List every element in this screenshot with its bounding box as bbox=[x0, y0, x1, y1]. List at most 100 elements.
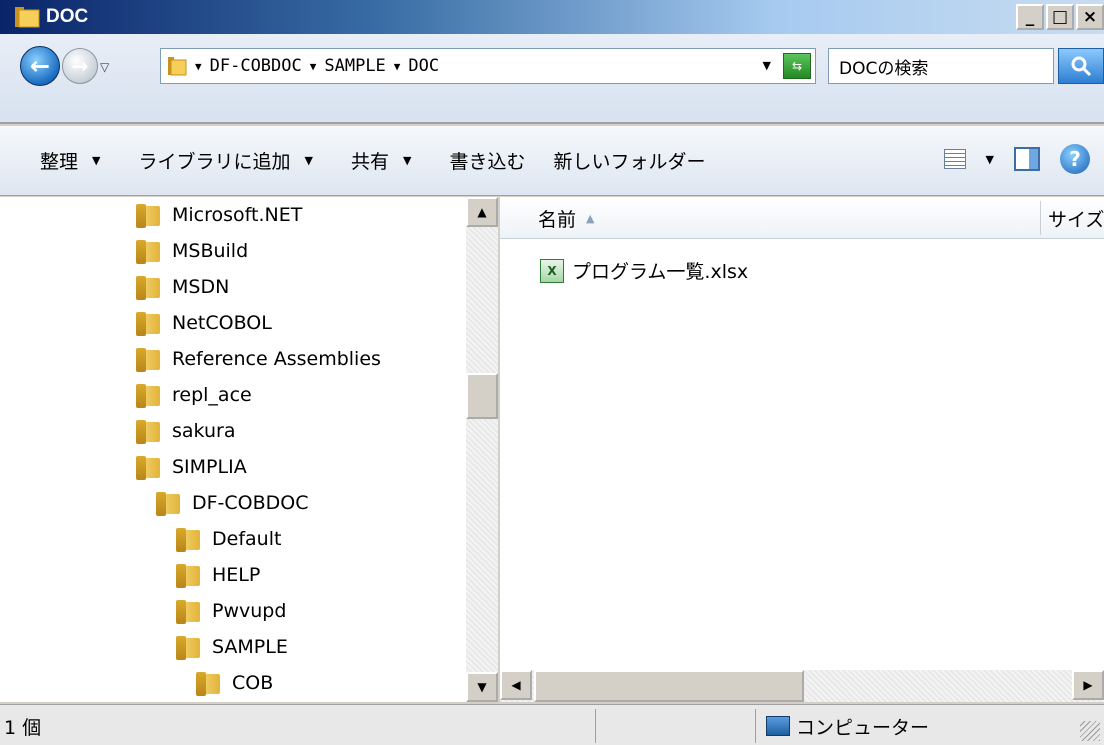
window-controls: _ □ × bbox=[1016, 4, 1104, 30]
help-icon[interactable]: ? bbox=[1060, 144, 1090, 174]
scroll-thumb[interactable] bbox=[534, 670, 804, 702]
chevron-down-icon[interactable]: ▼ bbox=[310, 60, 317, 73]
burn-label: 書き込む bbox=[449, 151, 526, 173]
tree-item-label: SAMPLE bbox=[212, 636, 288, 658]
file-item[interactable]: X プログラム一覧.xlsx bbox=[540, 257, 748, 284]
breadcrumb: ▼ DF-COBDOC ▼ SAMPLE ▼ DOC bbox=[187, 56, 439, 76]
computer-icon bbox=[766, 716, 790, 736]
forward-button[interactable]: → bbox=[62, 48, 98, 84]
address-dropdown-icon[interactable]: ▼ bbox=[763, 59, 771, 72]
search-button[interactable] bbox=[1058, 48, 1104, 84]
item-count-text: 1 個 bbox=[4, 716, 42, 739]
status-location: コンピューター bbox=[760, 709, 1060, 743]
status-bar: 1 個 コンピューター bbox=[0, 704, 1104, 745]
organize-menu[interactable]: 整理 ▼ bbox=[40, 147, 100, 174]
folder-icon bbox=[176, 526, 202, 552]
search-input[interactable]: DOCの検索 bbox=[828, 48, 1054, 84]
tree-item[interactable]: MSBuild bbox=[136, 233, 248, 269]
tree-item-label: COB bbox=[232, 672, 274, 694]
resize-grip-icon[interactable] bbox=[1080, 721, 1100, 741]
tree-item[interactable]: NetCOBOL bbox=[136, 305, 272, 341]
scroll-left-button[interactable]: ◀ bbox=[500, 670, 532, 700]
minimize-button[interactable]: _ bbox=[1016, 4, 1044, 30]
column-header-size[interactable]: サイズ bbox=[1048, 197, 1104, 239]
sort-ascending-icon: ▲ bbox=[586, 211, 595, 225]
search-icon bbox=[1071, 56, 1092, 77]
tree-item-label: HELP bbox=[212, 564, 261, 586]
refresh-icon: ⇆ bbox=[791, 59, 803, 73]
tree-item[interactable]: repl_ace bbox=[136, 377, 252, 413]
file-list-pane: 名前 ▲ サイズ X プログラム一覧.xlsx ◀ ▶ bbox=[500, 197, 1104, 702]
organize-label: 整理 bbox=[40, 151, 79, 173]
tree-item[interactable]: sakura bbox=[136, 413, 235, 449]
tree-item-label: DF-COBDOC bbox=[192, 492, 309, 514]
navigation-pane: Microsoft.NET MSBuild MSDN NetCOBOL Referenc… bbox=[0, 197, 498, 702]
column-name-label: 名前 bbox=[538, 208, 577, 231]
close-button[interactable]: × bbox=[1076, 4, 1104, 30]
chevron-down-icon: ▼ bbox=[92, 154, 101, 167]
folder-icon bbox=[196, 670, 222, 696]
tree-item-label: Default bbox=[212, 528, 282, 550]
tree-item[interactable]: Microsoft.NET bbox=[136, 197, 302, 233]
folder-icon bbox=[136, 346, 162, 372]
tree-item[interactable]: DF-COBDOC bbox=[156, 485, 309, 521]
maximize-button[interactable]: □ bbox=[1046, 4, 1074, 30]
breadcrumb-item[interactable]: SAMPLE bbox=[324, 56, 385, 76]
tree-item[interactable]: SIMPLIA bbox=[136, 449, 247, 485]
file-name: プログラム一覧.xlsx bbox=[572, 261, 749, 283]
arrow-left-icon: ← bbox=[29, 52, 51, 80]
tree-item[interactable]: Pwvupd bbox=[176, 593, 286, 629]
scroll-up-button[interactable]: ▲ bbox=[466, 197, 498, 227]
column-header-name[interactable]: 名前 ▲ bbox=[538, 197, 594, 239]
title-bar: DOC _ □ × bbox=[0, 0, 1104, 34]
tree-item-label: sakura bbox=[172, 420, 236, 442]
folder-icon bbox=[136, 310, 162, 336]
status-item-count: 1 個 bbox=[0, 709, 596, 743]
burn-button[interactable]: 書き込む bbox=[449, 147, 525, 174]
preview-pane-icon[interactable] bbox=[1014, 147, 1040, 171]
address-bar[interactable]: ▼ DF-COBDOC ▼ SAMPLE ▼ DOC ▼ ⇆ bbox=[160, 48, 816, 84]
scroll-thumb[interactable] bbox=[466, 373, 498, 419]
share-menu[interactable]: 共有 ▼ bbox=[351, 147, 411, 174]
tree-item[interactable]: HELP bbox=[176, 557, 260, 593]
tree-item[interactable]: Reference Assemblies bbox=[136, 341, 381, 377]
back-button[interactable]: ← bbox=[20, 46, 60, 86]
column-divider[interactable] bbox=[1040, 201, 1041, 235]
scroll-right-button[interactable]: ▶ bbox=[1072, 670, 1104, 700]
tree-item[interactable]: COB bbox=[196, 665, 273, 701]
breadcrumb-item[interactable]: DOC bbox=[408, 56, 439, 76]
tree-item[interactable]: SAMPLE bbox=[176, 629, 288, 665]
folder-icon bbox=[176, 562, 202, 588]
tree-item-label: MSDN bbox=[172, 276, 230, 298]
folder-icon bbox=[136, 274, 162, 300]
recent-pages-dropdown[interactable]: ▽ bbox=[100, 60, 116, 74]
refresh-button[interactable]: ⇆ bbox=[783, 53, 811, 79]
add-to-library-menu[interactable]: ライブラリに追加 ▼ bbox=[138, 147, 312, 174]
chevron-down-icon[interactable]: ▼ bbox=[195, 60, 202, 73]
new-folder-button[interactable]: 新しいフォルダー bbox=[553, 147, 705, 174]
breadcrumb-item[interactable]: DF-COBDOC bbox=[210, 56, 302, 76]
command-bar: 整理 ▼ ライブラリに追加 ▼ 共有 ▼ 書き込む 新しいフォルダー ▼ ? bbox=[0, 126, 1104, 196]
view-options-icon[interactable] bbox=[943, 149, 966, 169]
tree-item-label: MSBuild bbox=[172, 240, 249, 262]
scroll-down-button[interactable]: ▼ bbox=[466, 672, 498, 702]
column-size-label: サイズ bbox=[1048, 208, 1104, 231]
tree-item-label: repl_ace bbox=[172, 384, 252, 406]
window-title: DOC bbox=[46, 6, 89, 27]
folder-icon bbox=[136, 238, 162, 264]
chevron-down-icon[interactable]: ▼ bbox=[986, 153, 994, 166]
folder-icon bbox=[156, 490, 182, 516]
tree-item[interactable]: MSDN bbox=[136, 269, 229, 305]
list-horizontal-scrollbar[interactable]: ◀ ▶ bbox=[500, 670, 1104, 702]
folder-icon bbox=[15, 7, 40, 28]
tree-item-label: Pwvupd bbox=[212, 600, 287, 622]
chevron-down-icon[interactable]: ▼ bbox=[394, 60, 401, 73]
tree-vertical-scrollbar[interactable]: ▲ ▼ bbox=[466, 197, 498, 702]
folder-icon bbox=[168, 57, 187, 76]
folder-icon bbox=[176, 634, 202, 660]
arrow-right-icon: → bbox=[71, 54, 89, 78]
search-placeholder: DOCの検索 bbox=[839, 58, 929, 79]
tree-item[interactable]: Default bbox=[176, 521, 281, 557]
folder-icon bbox=[176, 598, 202, 624]
tree-item-label: Reference Assemblies bbox=[172, 348, 381, 370]
